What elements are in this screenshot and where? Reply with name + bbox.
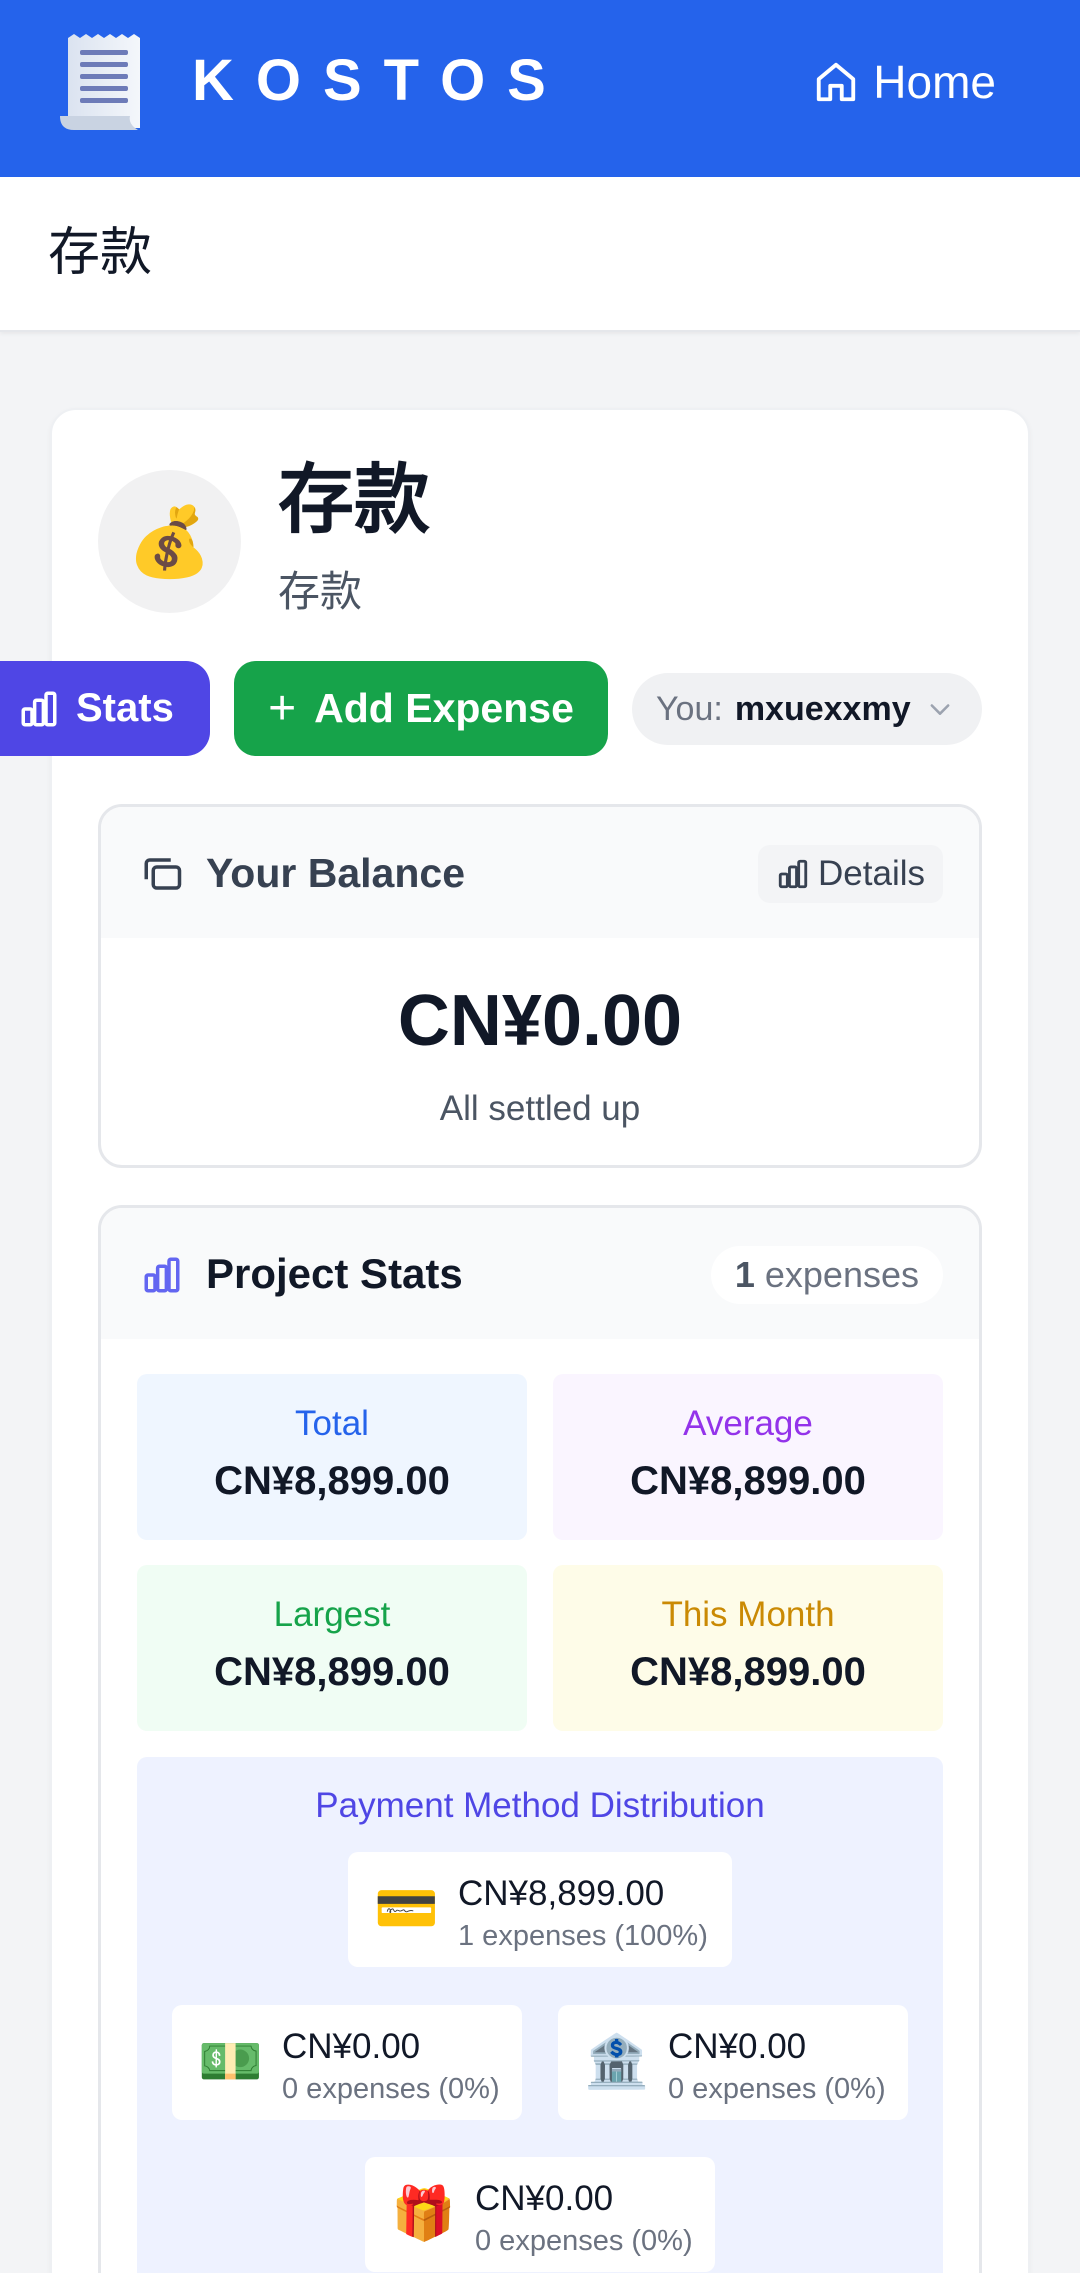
page-header: 存款 (0, 177, 1080, 332)
project-avatar: 💰 (98, 470, 241, 613)
stat-value: CN¥8,899.00 (214, 1459, 450, 1503)
project-name: 存款 (278, 458, 430, 543)
stat-label: Largest (273, 1595, 391, 1634)
add-expense-label: Add Expense (314, 685, 574, 731)
stat-label: This Month (661, 1595, 835, 1634)
add-expense-button[interactable]: + Add Expense (234, 661, 608, 756)
receipt-icon[interactable] (58, 32, 148, 134)
stat-label: Total (295, 1404, 369, 1443)
expense-count-label: expenses (764, 1254, 919, 1295)
payment-count: 1 expenses (100%) (458, 1920, 708, 1952)
payment-count: 0 expenses (0%) (282, 2073, 500, 2105)
you-value: mxuexxmy (734, 689, 911, 728)
payment-amount: CN¥0.00 (282, 2027, 421, 2066)
top-navbar: KOSTOS Home (0, 0, 1080, 177)
home-link-label: Home (873, 56, 996, 108)
stat-value: CN¥8,899.00 (630, 1459, 866, 1503)
payment-method-gift: 🎁 CN¥0.00 0 expenses (0%) (365, 2157, 715, 2272)
bar-chart-icon (778, 859, 808, 889)
cash-icon: 💵 (198, 2033, 263, 2091)
payment-amount: CN¥0.00 (668, 2027, 807, 2066)
stat-label: Average (683, 1404, 813, 1443)
stat-value: CN¥8,899.00 (630, 1650, 866, 1694)
stat-average: Average CN¥8,899.00 (553, 1374, 943, 1540)
wallet-icon (144, 858, 182, 890)
chevron-down-icon (930, 704, 950, 715)
stat-total: Total CN¥8,899.00 (137, 1374, 527, 1540)
expense-count-badge: 1 expenses (710, 1246, 943, 1304)
payment-method-card: 💳 CN¥8,899.00 1 expenses (100%) (348, 1852, 732, 1967)
page-title: 存款 (48, 224, 153, 282)
payment-count: 0 expenses (0%) (668, 2073, 886, 2105)
project-description: 存款 (278, 568, 363, 615)
payment-distribution-title: Payment Method Distribution (315, 1786, 765, 1825)
balance-status: All settled up (439, 1089, 641, 1128)
bar-chart-icon (21, 691, 57, 726)
stats-panel-header: Project Stats 1 expenses (101, 1208, 979, 1339)
plus-icon: + (268, 681, 297, 735)
stats-button[interactable]: Stats (0, 661, 210, 756)
balance-panel-header: Your Balance Details (101, 807, 979, 938)
home-icon (817, 62, 856, 102)
gift-icon: 🎁 (391, 2185, 456, 2243)
payment-method-cash: 💵 CN¥0.00 0 expenses (0%) (172, 2005, 522, 2120)
stat-this-month: This Month CN¥8,899.00 (553, 1565, 943, 1731)
stat-largest: Largest CN¥8,899.00 (137, 1565, 527, 1731)
payment-amount: CN¥8,899.00 (458, 1874, 665, 1913)
payment-method-bank: 🏦 CN¥0.00 0 expenses (0%) (558, 2005, 908, 2120)
stats-button-label: Stats (76, 686, 174, 730)
brand-name[interactable]: KOSTOS (192, 48, 568, 114)
balance-amount: CN¥0.00 (397, 981, 683, 1061)
bar-chart-icon (144, 1257, 180, 1293)
balance-title: Your Balance (206, 850, 465, 896)
you-label: You: (656, 689, 723, 728)
stat-value: CN¥8,899.00 (214, 1650, 450, 1694)
balance-panel: Your Balance Details CN¥0.00 All settled… (98, 804, 982, 1168)
home-link[interactable]: Home (813, 52, 996, 112)
payment-amount: CN¥0.00 (475, 2179, 614, 2218)
details-button[interactable]: Details (758, 845, 943, 903)
stats-title: Project Stats (206, 1250, 463, 1297)
details-label: Details (818, 854, 925, 893)
expense-count-number: 1 (734, 1254, 755, 1295)
current-user-select[interactable]: You: mxuexxmy (632, 673, 982, 745)
bank-icon: 🏦 (584, 2033, 649, 2091)
payment-count: 0 expenses (0%) (475, 2225, 693, 2257)
credit-card-icon: 💳 (374, 1880, 439, 1938)
